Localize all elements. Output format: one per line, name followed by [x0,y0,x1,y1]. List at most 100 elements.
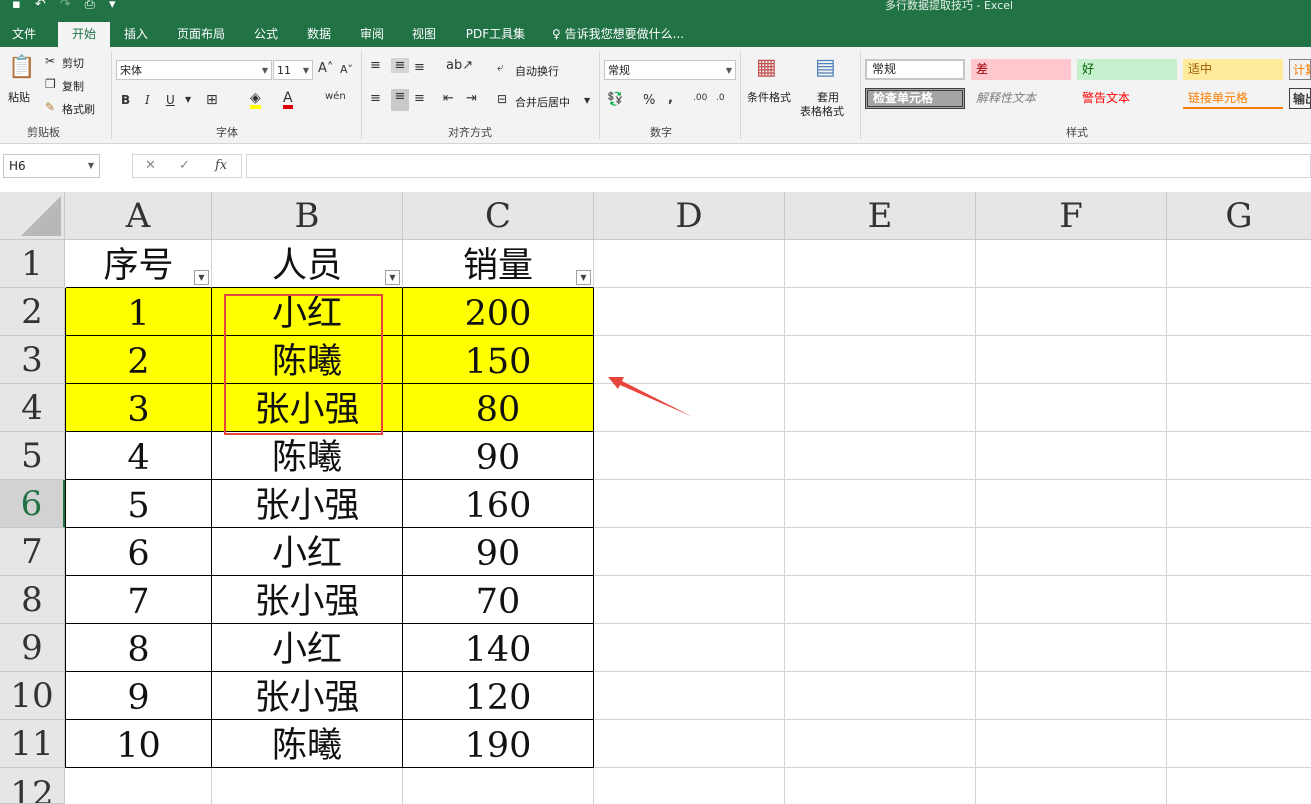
tab-data[interactable]: 数据 [299,22,339,47]
table-cell[interactable]: 张小强 [212,480,403,528]
table-cell[interactable]: 150 [403,336,594,384]
style-neutral[interactable]: 适中 [1183,59,1283,80]
format-painter-button[interactable]: 格式刷 [62,101,95,117]
table-format-button[interactable]: 表格格式 [800,103,844,119]
row-header-8[interactable]: 8 [0,576,65,624]
borders-icon[interactable]: ⊞ [206,92,218,108]
customize-qat-icon[interactable]: ▾ [109,0,116,14]
chevron-down-icon[interactable]: ▼ [185,95,191,104]
column-header-e[interactable]: E [785,192,976,240]
tab-view[interactable]: 视图 [404,22,444,47]
decrease-indent-icon[interactable]: ⇤ [443,91,454,106]
style-bad[interactable]: 差 [971,59,1071,80]
paste-button[interactable]: 粘贴 [8,89,30,105]
tab-review[interactable]: 审阅 [352,22,392,47]
row-header-3[interactable]: 3 [0,336,65,384]
orientation-icon[interactable]: ab↗ [446,58,473,73]
save-icon[interactable]: ▪ [12,0,21,14]
paste-icon[interactable]: 📋 [8,55,35,83]
table-cell[interactable]: 70 [403,576,594,624]
tab-file[interactable]: 文件 [0,22,48,47]
cancel-icon[interactable]: ✕ [145,158,156,173]
table-header-cell[interactable]: 人员 ▼ [212,240,403,288]
table-cell[interactable]: 190 [403,720,594,768]
font-color-icon[interactable]: A [283,91,293,109]
number-format-combo[interactable]: 常规 ▼ [604,60,736,80]
enter-icon[interactable]: ✓ [179,158,190,173]
align-left-icon[interactable]: ≡ [370,91,381,106]
row-header-9[interactable]: 9 [0,624,65,672]
table-cell[interactable]: 120 [403,672,594,720]
style-warning[interactable]: 警告文本 [1077,88,1177,109]
style-explanatory[interactable]: 解释性文本 [971,88,1071,109]
copy-button[interactable]: 复制 [62,78,84,94]
row-header-11[interactable]: 11 [0,720,65,768]
table-cell[interactable]: 90 [403,528,594,576]
table-cell[interactable]: 3 [66,384,212,432]
fill-color-icon[interactable]: ◈ [250,91,261,109]
table-cell[interactable]: 2 [66,336,212,384]
table-cell[interactable]: 张小强 [212,576,403,624]
column-header-d[interactable]: D [594,192,785,240]
table-cell[interactable]: 陈曦 [212,720,403,768]
row-header-6[interactable]: 6 [0,480,65,528]
style-linked-cell[interactable]: 链接单元格 [1183,88,1283,109]
decrease-decimal-icon[interactable]: .0 [716,93,725,103]
style-output[interactable]: 输出 [1289,88,1311,109]
column-header-b[interactable]: B [212,192,403,240]
table-cell[interactable]: 80 [403,384,594,432]
column-header-c[interactable]: C [403,192,594,240]
table-cell[interactable]: 10 [66,720,212,768]
filter-dropdown-icon[interactable]: ▼ [194,270,209,285]
bold-button[interactable]: B [121,93,130,107]
filter-dropdown-icon[interactable]: ▼ [385,270,400,285]
table-cell[interactable]: 90 [403,432,594,480]
chevron-down-icon[interactable]: ▼ [584,96,590,105]
merge-center-button[interactable]: 合并后居中 [515,94,570,110]
table-cell[interactable]: 160 [403,480,594,528]
font-size-combo[interactable]: 11 ▼ [273,60,313,80]
align-right-icon[interactable]: ≡ [414,91,425,106]
increase-indent-icon[interactable]: ⇥ [466,91,477,106]
row-header-10[interactable]: 10 [0,672,65,720]
column-header-a[interactable]: A [65,192,212,240]
tell-me-search[interactable]: ♀ 告诉我您想要做什么... [552,22,702,47]
select-all-button[interactable] [0,192,65,240]
table-cell[interactable]: 9 [66,672,212,720]
table-cell[interactable]: 200 [403,288,594,336]
table-cell[interactable]: 6 [66,528,212,576]
shrink-font-icon[interactable]: A˅ [340,63,353,76]
table-cell[interactable]: 7 [66,576,212,624]
align-top-icon[interactable]: ≡ [370,58,381,73]
row-header-7[interactable]: 7 [0,528,65,576]
style-normal[interactable]: 常规 [865,59,965,80]
row-header-2[interactable]: 2 [0,288,65,336]
filter-dropdown-icon[interactable]: ▼ [576,270,591,285]
table-cell[interactable]: 小红 [212,624,403,672]
print-preview-icon[interactable]: ⎙ [85,0,95,14]
row-header-5[interactable]: 5 [0,432,65,480]
accounting-format-icon[interactable]: 💱 [607,92,623,107]
table-cell[interactable]: 5 [66,480,212,528]
font-name-combo[interactable]: 宋体 ▼ [116,60,272,80]
phonetic-guide-icon[interactable]: wén [325,91,346,102]
table-cell[interactable]: 小红 [212,528,403,576]
cut-button[interactable]: 剪切 [62,55,84,71]
formula-input[interactable] [246,154,1311,178]
table-cell[interactable]: 8 [66,624,212,672]
table-cell[interactable]: 1 [66,288,212,336]
increase-decimal-icon[interactable]: .00 [693,93,707,103]
italic-button[interactable]: I [145,93,150,107]
table-cell[interactable]: 张小强 [212,672,403,720]
tab-pdf-tools[interactable]: PDF工具集 [458,22,533,47]
table-header-cell[interactable]: 序号 ▼ [66,240,212,288]
percent-button[interactable]: % [643,93,655,108]
row-header-4[interactable]: 4 [0,384,65,432]
table-cell[interactable]: 140 [403,624,594,672]
align-middle-icon[interactable]: ≡ [391,58,409,73]
undo-icon[interactable]: ↶ [35,0,46,14]
align-center-icon[interactable]: ≡ [391,89,409,111]
align-bottom-icon[interactable]: ≡ [414,60,425,75]
table-cell[interactable]: 4 [66,432,212,480]
tab-formulas[interactable]: 公式 [246,22,286,47]
